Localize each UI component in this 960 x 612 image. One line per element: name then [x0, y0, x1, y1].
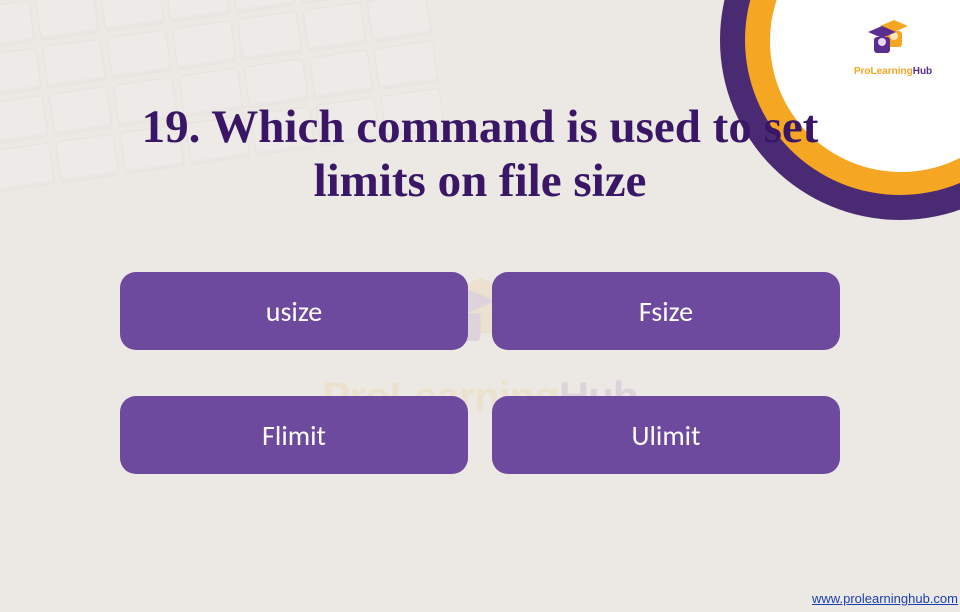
footer-link[interactable]: www.prolearninghub.com: [812, 591, 958, 606]
answer-option-d[interactable]: Ulimit: [492, 396, 840, 474]
graduates-icon: [864, 14, 922, 64]
logo: ProLearningHub: [848, 14, 938, 77]
question-text: 19. Which command is used to set limits …: [0, 100, 960, 208]
answer-option-b[interactable]: Fsize: [492, 272, 840, 350]
answer-grid: usize Fsize Flimit Ulimit: [120, 272, 840, 474]
answer-option-a[interactable]: usize: [120, 272, 468, 350]
logo-suffix: Hub: [913, 66, 932, 77]
logo-brand: ProLearning: [854, 66, 913, 77]
slide: ProLearningHub ProLearningHub: [0, 0, 960, 612]
answer-option-c[interactable]: Flimit: [120, 396, 468, 474]
